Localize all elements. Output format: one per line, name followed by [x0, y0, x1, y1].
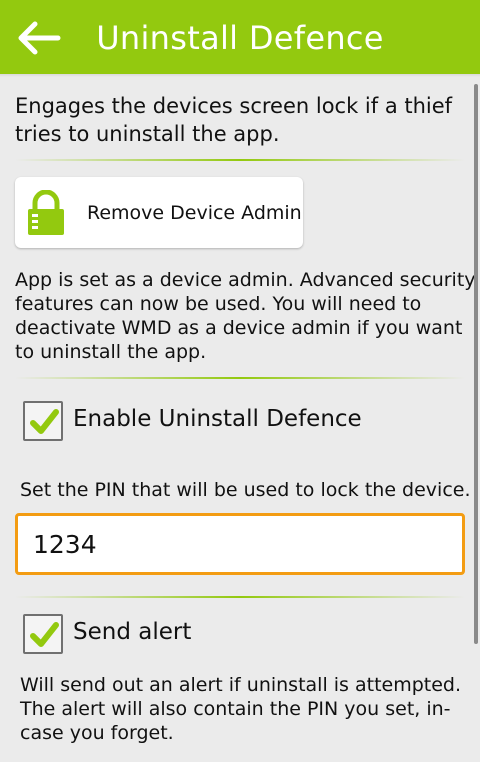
page-title: Uninstall Defence: [96, 19, 384, 57]
divider: [15, 159, 465, 161]
scrollbar[interactable]: [474, 84, 478, 644]
app-bar-shadow: [0, 74, 480, 77]
admin-info-line: App is set as a device admin. Advanced s…: [15, 269, 476, 291]
send-alert-line: The alert will also contain the PIN you …: [20, 698, 451, 720]
lock-icon: [26, 189, 66, 236]
admin-info-text: App is set as a device admin. Advanced s…: [15, 268, 476, 364]
enable-uninstall-defence-checkbox[interactable]: [23, 401, 63, 441]
divider: [15, 596, 465, 598]
pin-input[interactable]: 1234: [15, 513, 465, 575]
divider: [15, 377, 465, 379]
admin-info-line: features can now be used. You will need …: [15, 293, 422, 315]
intro-text: Engages the devices screen lock if a thi…: [15, 92, 452, 148]
send-alert-line: case you forget.: [20, 722, 174, 744]
send-alert-label[interactable]: Send alert: [73, 619, 191, 645]
checkmark-icon: [30, 409, 59, 434]
admin-info-line: to uninstall the app.: [15, 341, 207, 363]
pin-value: 1234: [33, 530, 97, 559]
remove-device-admin-label: Remove Device Admin: [87, 202, 302, 224]
remove-device-admin-button[interactable]: Remove Device Admin: [15, 177, 303, 248]
send-alert-line: Will send out an alert if uninstall is a…: [20, 674, 462, 696]
intro-line: Engages the devices screen lock if a thi…: [15, 94, 453, 118]
app-bar: Uninstall Defence: [0, 0, 480, 74]
pin-prompt: Set the PIN that will be used to lock th…: [20, 479, 471, 501]
admin-info-line: deactivate WMD as a device admin if you …: [15, 317, 463, 339]
send-alert-checkbox[interactable]: [23, 614, 63, 654]
intro-line: tries to uninstall the app.: [15, 122, 280, 146]
send-alert-description: Will send out an alert if uninstall is a…: [20, 673, 461, 745]
enable-uninstall-defence-label[interactable]: Enable Uninstall Defence: [73, 406, 362, 432]
checkmark-icon: [30, 622, 59, 647]
